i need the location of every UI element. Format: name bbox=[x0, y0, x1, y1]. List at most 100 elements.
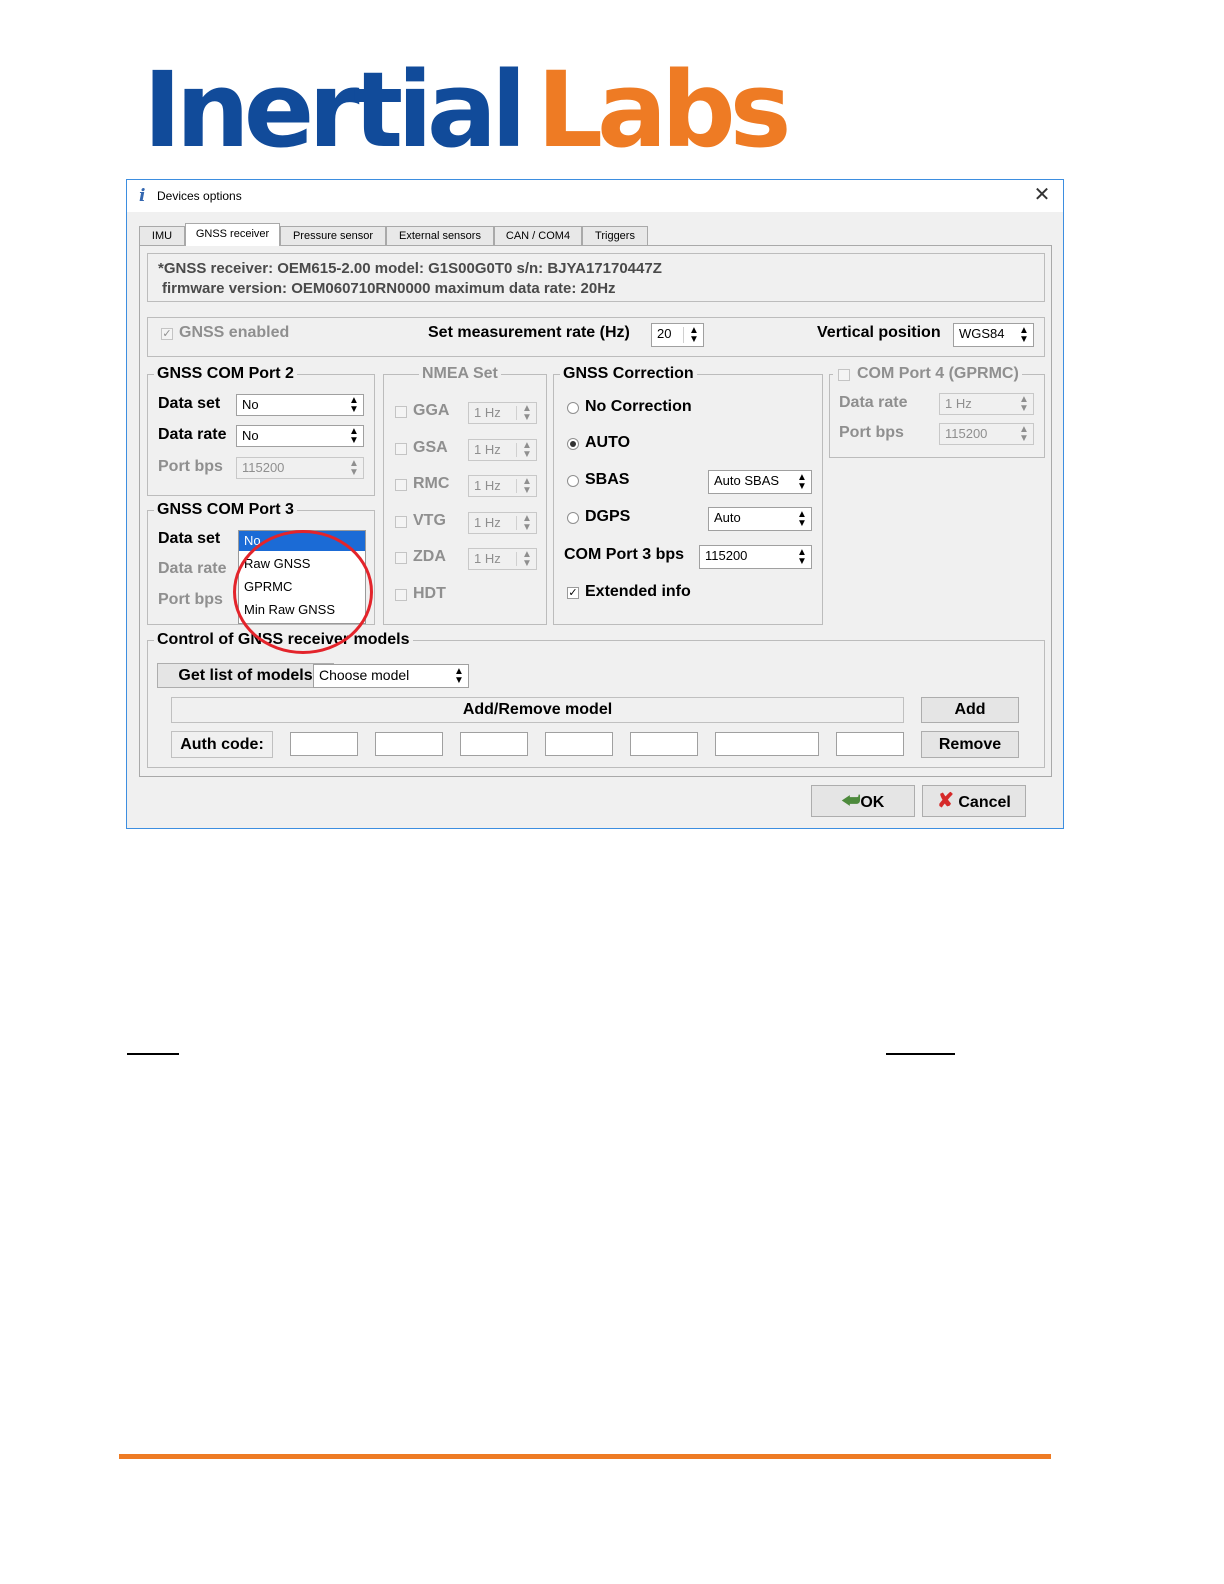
remove-button[interactable]: Remove bbox=[921, 731, 1019, 758]
nmea-zda-label: ZDA bbox=[413, 548, 446, 565]
underline-mark-left bbox=[127, 1053, 179, 1055]
extended-info-label: Extended info bbox=[585, 583, 691, 600]
radio-auto[interactable] bbox=[567, 438, 579, 450]
nmea-vtg-rate[interactable]: 1 Hz ▲ ▼ bbox=[468, 512, 537, 534]
inertial-labs-logo: Inertial Labs bbox=[143, 58, 792, 162]
extended-info-checkbox[interactable]: ✓ bbox=[567, 587, 579, 599]
receiver-info: *GNSS receiver: OEM615-2.00 model: G1S00… bbox=[147, 253, 1045, 302]
auth-code-field-2[interactable] bbox=[375, 732, 443, 756]
tab-imu[interactable]: IMU bbox=[139, 226, 185, 245]
nmea-gsa-rate[interactable]: 1 Hz ▲ ▼ bbox=[468, 439, 537, 461]
info-icon: i bbox=[139, 186, 146, 206]
choose-model-select[interactable]: Choose model ▲ ▼ bbox=[313, 664, 469, 688]
sbas-label: SBAS bbox=[585, 471, 630, 488]
highlight-circle bbox=[233, 530, 373, 654]
port2-data-set-label: Data set bbox=[158, 395, 221, 412]
nmea-gga-checkbox[interactable] bbox=[395, 406, 407, 418]
sbas-select[interactable]: Auto SBAS ▲ ▼ bbox=[708, 470, 812, 494]
ok-arrow-icon: ⮨ bbox=[841, 790, 861, 812]
com4-data-rate-select[interactable]: 1 Hz ▲ ▼ bbox=[939, 393, 1034, 415]
nmea-rmc-label: RMC bbox=[413, 475, 450, 492]
dgps-select[interactable]: Auto ▲ ▼ bbox=[708, 507, 812, 531]
vertical-position-select[interactable]: WGS84 ▲ ▼ bbox=[953, 323, 1034, 347]
receiver-info-line2: firmware version: OEM060710RN0000 maximu… bbox=[162, 280, 616, 297]
com4-data-rate-value: 1 Hz bbox=[945, 396, 972, 411]
dgps-value: Auto bbox=[714, 510, 741, 525]
port2-data-rate-value: No bbox=[242, 428, 259, 443]
auth-code-label: Auth code: bbox=[171, 731, 273, 758]
footer-line bbox=[119, 1454, 1051, 1459]
auth-code-field-3[interactable] bbox=[460, 732, 528, 756]
nmea-vtg-rate-value: 1 Hz bbox=[474, 515, 501, 530]
com-port4-title: COM Port 4 (GPRMC) bbox=[833, 365, 1022, 383]
nmea-hdt-checkbox[interactable] bbox=[395, 589, 407, 601]
port2-data-set-value: No bbox=[242, 397, 259, 412]
cancel-button[interactable]: ✘ Cancel bbox=[922, 785, 1026, 817]
dgps-label: DGPS bbox=[585, 508, 631, 525]
window-title: Devices options bbox=[157, 189, 242, 203]
add-remove-model-label: Add/Remove model bbox=[171, 697, 904, 723]
nmea-vtg-label: VTG bbox=[413, 512, 446, 529]
com-port4-group bbox=[829, 374, 1045, 458]
port2-data-set-select[interactable]: No ▲ ▼ bbox=[236, 394, 364, 416]
auth-code-field-4[interactable] bbox=[545, 732, 613, 756]
ok-label: OK bbox=[860, 794, 885, 811]
com-port4-checkbox[interactable] bbox=[838, 369, 850, 381]
vertical-position-label: Vertical position bbox=[817, 324, 941, 341]
nmea-rmc-rate-value: 1 Hz bbox=[474, 478, 501, 493]
add-button[interactable]: Add bbox=[921, 697, 1019, 723]
measurement-rate-spinner[interactable]: 20 ▲ ▼ bbox=[651, 323, 704, 347]
auth-code-field-7[interactable] bbox=[836, 732, 904, 756]
cancel-label: Cancel bbox=[958, 794, 1011, 811]
radio-sbas[interactable] bbox=[567, 475, 579, 487]
auth-code-field-1[interactable] bbox=[290, 732, 358, 756]
port2-data-rate-label: Data rate bbox=[158, 426, 227, 443]
tab-can-com4[interactable]: CAN / COM4 bbox=[494, 226, 582, 245]
com3-bps-select[interactable]: 115200 ▲ ▼ bbox=[699, 545, 812, 569]
underline-mark-right bbox=[886, 1053, 955, 1055]
title-bar: i Devices options ✕ bbox=[127, 180, 1063, 212]
radio-no-correction[interactable] bbox=[567, 402, 579, 414]
port3-data-rate-label: Data rate bbox=[158, 560, 227, 577]
nmea-rmc-checkbox[interactable] bbox=[395, 479, 407, 491]
receiver-info-line1: *GNSS receiver: OEM615-2.00 model: G1S00… bbox=[158, 260, 662, 277]
com-port2-title: GNSS COM Port 2 bbox=[154, 365, 297, 383]
close-icon[interactable]: ✕ bbox=[1029, 182, 1055, 207]
auth-code-field-6[interactable] bbox=[715, 732, 819, 756]
port2-port-bps-select[interactable]: 115200 ▲ ▼ bbox=[236, 457, 364, 479]
nmea-rmc-rate[interactable]: 1 Hz ▲ ▼ bbox=[468, 475, 537, 497]
tab-external-sensors[interactable]: External sensors bbox=[386, 226, 494, 245]
nmea-set-title: NMEA Set bbox=[419, 365, 501, 383]
logo-part-inertial: Inertial bbox=[143, 49, 527, 171]
tab-triggers[interactable]: Triggers bbox=[582, 226, 648, 245]
logo-part-labs: Labs bbox=[536, 49, 792, 171]
cancel-x-icon: ✘ bbox=[937, 790, 954, 812]
com4-port-bps-value: 115200 bbox=[945, 426, 988, 441]
devices-options-window: i Devices options ✕ IMU GNSS receiver Pr… bbox=[126, 179, 1064, 829]
com4-port-bps-label: Port bps bbox=[839, 424, 904, 441]
gnss-enabled-label: GNSS enabled bbox=[179, 324, 290, 341]
nmea-zda-checkbox[interactable] bbox=[395, 552, 407, 564]
nmea-vtg-checkbox[interactable] bbox=[395, 516, 407, 528]
com4-data-rate-label: Data rate bbox=[839, 394, 908, 411]
com-port3-title: GNSS COM Port 3 bbox=[154, 501, 297, 519]
nmea-gsa-checkbox[interactable] bbox=[395, 443, 407, 455]
com4-port-bps-select[interactable]: 115200 ▲ ▼ bbox=[939, 423, 1034, 445]
vertical-position-value: WGS84 bbox=[959, 326, 1005, 341]
auth-code-field-5[interactable] bbox=[630, 732, 698, 756]
com3-bps-value: 115200 bbox=[705, 548, 748, 563]
get-list-of-models-button[interactable]: Get list of models bbox=[157, 663, 334, 688]
port2-data-rate-select[interactable]: No ▲ ▼ bbox=[236, 425, 364, 447]
tab-gnss-receiver[interactable]: GNSS receiver bbox=[185, 223, 280, 246]
nmea-gsa-rate-value: 1 Hz bbox=[474, 442, 501, 457]
nmea-gsa-label: GSA bbox=[413, 439, 448, 456]
nmea-zda-rate-value: 1 Hz bbox=[474, 551, 501, 566]
com3-bps-label: COM Port 3 bps bbox=[564, 546, 685, 563]
nmea-gga-rate[interactable]: 1 Hz ▲ ▼ bbox=[468, 402, 537, 424]
ok-button[interactable]: ⮨OK bbox=[811, 785, 915, 817]
measurement-rate-value: 20 bbox=[657, 326, 672, 341]
radio-dgps[interactable] bbox=[567, 512, 579, 524]
nmea-zda-rate[interactable]: 1 Hz ▲ ▼ bbox=[468, 548, 537, 570]
gnss-enabled-checkbox[interactable]: ✓ bbox=[161, 328, 173, 340]
tab-pressure-sensor[interactable]: Pressure sensor bbox=[280, 226, 386, 245]
